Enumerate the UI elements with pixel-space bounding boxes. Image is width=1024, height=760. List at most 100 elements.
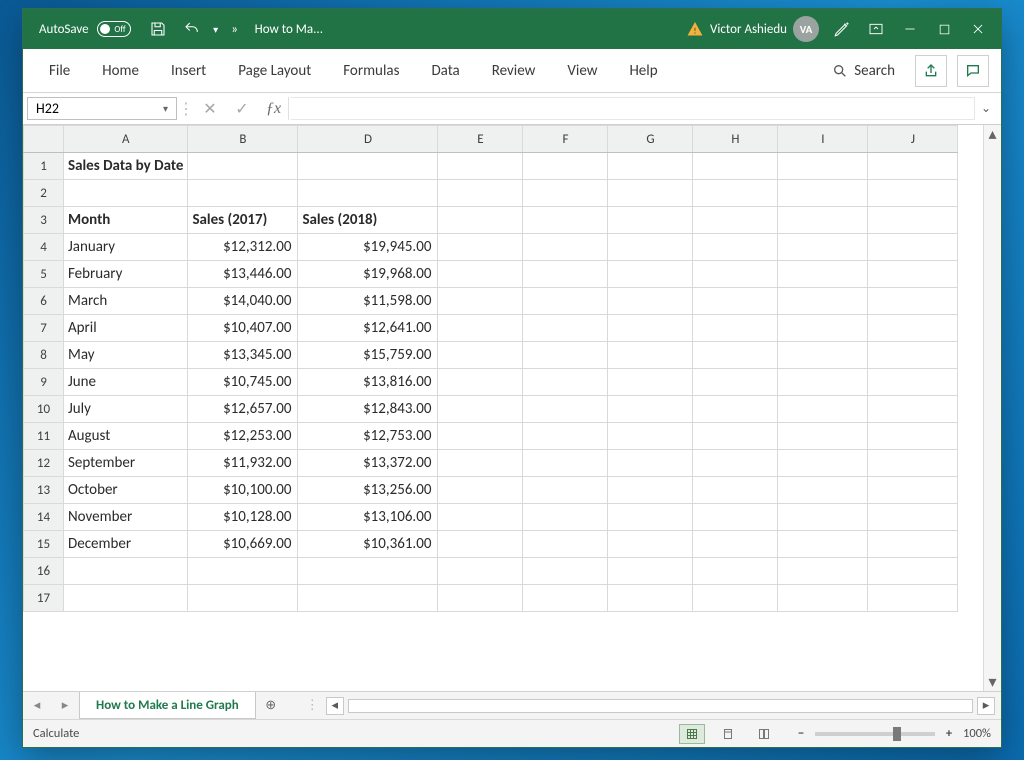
cell[interactable]	[523, 153, 608, 180]
row-header[interactable]: 10	[24, 396, 64, 423]
zoom-slider-knob[interactable]	[893, 727, 901, 741]
cell[interactable]	[608, 153, 693, 180]
cell[interactable]	[523, 423, 608, 450]
row-header[interactable]: 3	[24, 207, 64, 234]
cell[interactable]	[523, 450, 608, 477]
cell[interactable]: $13,372.00	[298, 450, 438, 477]
hscroll-left-icon[interactable]: ◂	[326, 697, 344, 715]
cell[interactable]	[523, 531, 608, 558]
cell[interactable]: $19,968.00	[298, 261, 438, 288]
cell[interactable]	[693, 504, 778, 531]
col-header-F[interactable]: F	[523, 126, 608, 153]
vertical-scrollbar[interactable]: ▴ ▾	[983, 125, 1001, 691]
sheet-tab-active[interactable]: How to Make a Line Graph	[79, 692, 256, 719]
cell[interactable]	[64, 585, 188, 612]
cell[interactable]	[693, 396, 778, 423]
scroll-up-icon[interactable]: ▴	[984, 125, 1001, 143]
cell[interactable]	[523, 180, 608, 207]
cell[interactable]	[778, 423, 868, 450]
cell[interactable]	[438, 396, 523, 423]
row-header[interactable]: 17	[24, 585, 64, 612]
cell[interactable]: $10,100.00	[188, 477, 298, 504]
cell[interactable]	[693, 531, 778, 558]
cell[interactable]	[188, 180, 298, 207]
cell[interactable]: $13,446.00	[188, 261, 298, 288]
cell[interactable]	[438, 558, 523, 585]
cell[interactable]: March	[64, 288, 188, 315]
cell[interactable]	[778, 477, 868, 504]
cell[interactable]	[298, 180, 438, 207]
cell[interactable]	[438, 261, 523, 288]
cell[interactable]	[608, 585, 693, 612]
cell[interactable]: $14,040.00	[188, 288, 298, 315]
tell-me-search[interactable]: Search	[822, 56, 905, 86]
cell[interactable]	[188, 153, 298, 180]
cell[interactable]	[778, 450, 868, 477]
cell[interactable]: $13,816.00	[298, 369, 438, 396]
ribbon-display-icon[interactable]	[859, 9, 893, 49]
cell[interactable]	[438, 207, 523, 234]
cell[interactable]	[438, 153, 523, 180]
cell[interactable]	[438, 234, 523, 261]
cell[interactable]	[523, 342, 608, 369]
cell[interactable]	[523, 288, 608, 315]
cell[interactable]	[523, 504, 608, 531]
cell[interactable]	[778, 234, 868, 261]
cell[interactable]: $12,641.00	[298, 315, 438, 342]
row-header[interactable]: 11	[24, 423, 64, 450]
quick-access-more-icon[interactable]: »	[223, 9, 247, 49]
cell[interactable]	[298, 153, 438, 180]
cell[interactable]	[608, 342, 693, 369]
row-header[interactable]: 2	[24, 180, 64, 207]
cell[interactable]: $12,843.00	[298, 396, 438, 423]
cell[interactable]	[693, 261, 778, 288]
name-box[interactable]: H22 ▾	[27, 97, 177, 120]
tab-formulas[interactable]: Formulas	[329, 54, 413, 88]
cell[interactable]	[778, 504, 868, 531]
cell[interactable]	[868, 423, 958, 450]
tab-page-layout[interactable]: Page Layout	[224, 54, 325, 88]
cell[interactable]: $13,345.00	[188, 342, 298, 369]
cell[interactable]	[868, 585, 958, 612]
cell[interactable]	[188, 558, 298, 585]
spreadsheet-grid[interactable]: A B D E F G H I J 1Sales Data by Date23M…	[23, 125, 958, 612]
cell[interactable]	[693, 288, 778, 315]
cell[interactable]	[868, 369, 958, 396]
tab-review[interactable]: Review	[478, 54, 550, 88]
share-button[interactable]	[915, 55, 947, 87]
cell[interactable]	[868, 531, 958, 558]
cancel-formula-icon[interactable]: ✕	[195, 97, 225, 120]
cell[interactable]	[693, 585, 778, 612]
cell[interactable]	[868, 207, 958, 234]
cell[interactable]	[298, 585, 438, 612]
cell[interactable]: $10,745.00	[188, 369, 298, 396]
cell[interactable]	[523, 261, 608, 288]
row-header[interactable]: 6	[24, 288, 64, 315]
col-header-E[interactable]: E	[438, 126, 523, 153]
cell[interactable]: $10,669.00	[188, 531, 298, 558]
cell[interactable]: $13,256.00	[298, 477, 438, 504]
row-header[interactable]: 8	[24, 342, 64, 369]
cell[interactable]	[608, 531, 693, 558]
cell[interactable]	[868, 558, 958, 585]
minimize-button[interactable]	[893, 9, 927, 49]
cell[interactable]	[778, 288, 868, 315]
tab-help[interactable]: Help	[615, 54, 671, 88]
cell[interactable]	[778, 153, 868, 180]
cell[interactable]	[438, 423, 523, 450]
cell[interactable]	[608, 315, 693, 342]
cell[interactable]	[438, 288, 523, 315]
row-header[interactable]: 15	[24, 531, 64, 558]
cell[interactable]	[868, 477, 958, 504]
cell[interactable]: $12,753.00	[298, 423, 438, 450]
cell[interactable]	[608, 288, 693, 315]
cell[interactable]: November	[64, 504, 188, 531]
cell[interactable]	[693, 180, 778, 207]
row-header[interactable]: 13	[24, 477, 64, 504]
cell[interactable]	[693, 423, 778, 450]
cell[interactable]	[608, 423, 693, 450]
cell[interactable]	[778, 261, 868, 288]
cell[interactable]: $10,361.00	[298, 531, 438, 558]
col-header-J[interactable]: J	[868, 126, 958, 153]
cell[interactable]: April	[64, 315, 188, 342]
